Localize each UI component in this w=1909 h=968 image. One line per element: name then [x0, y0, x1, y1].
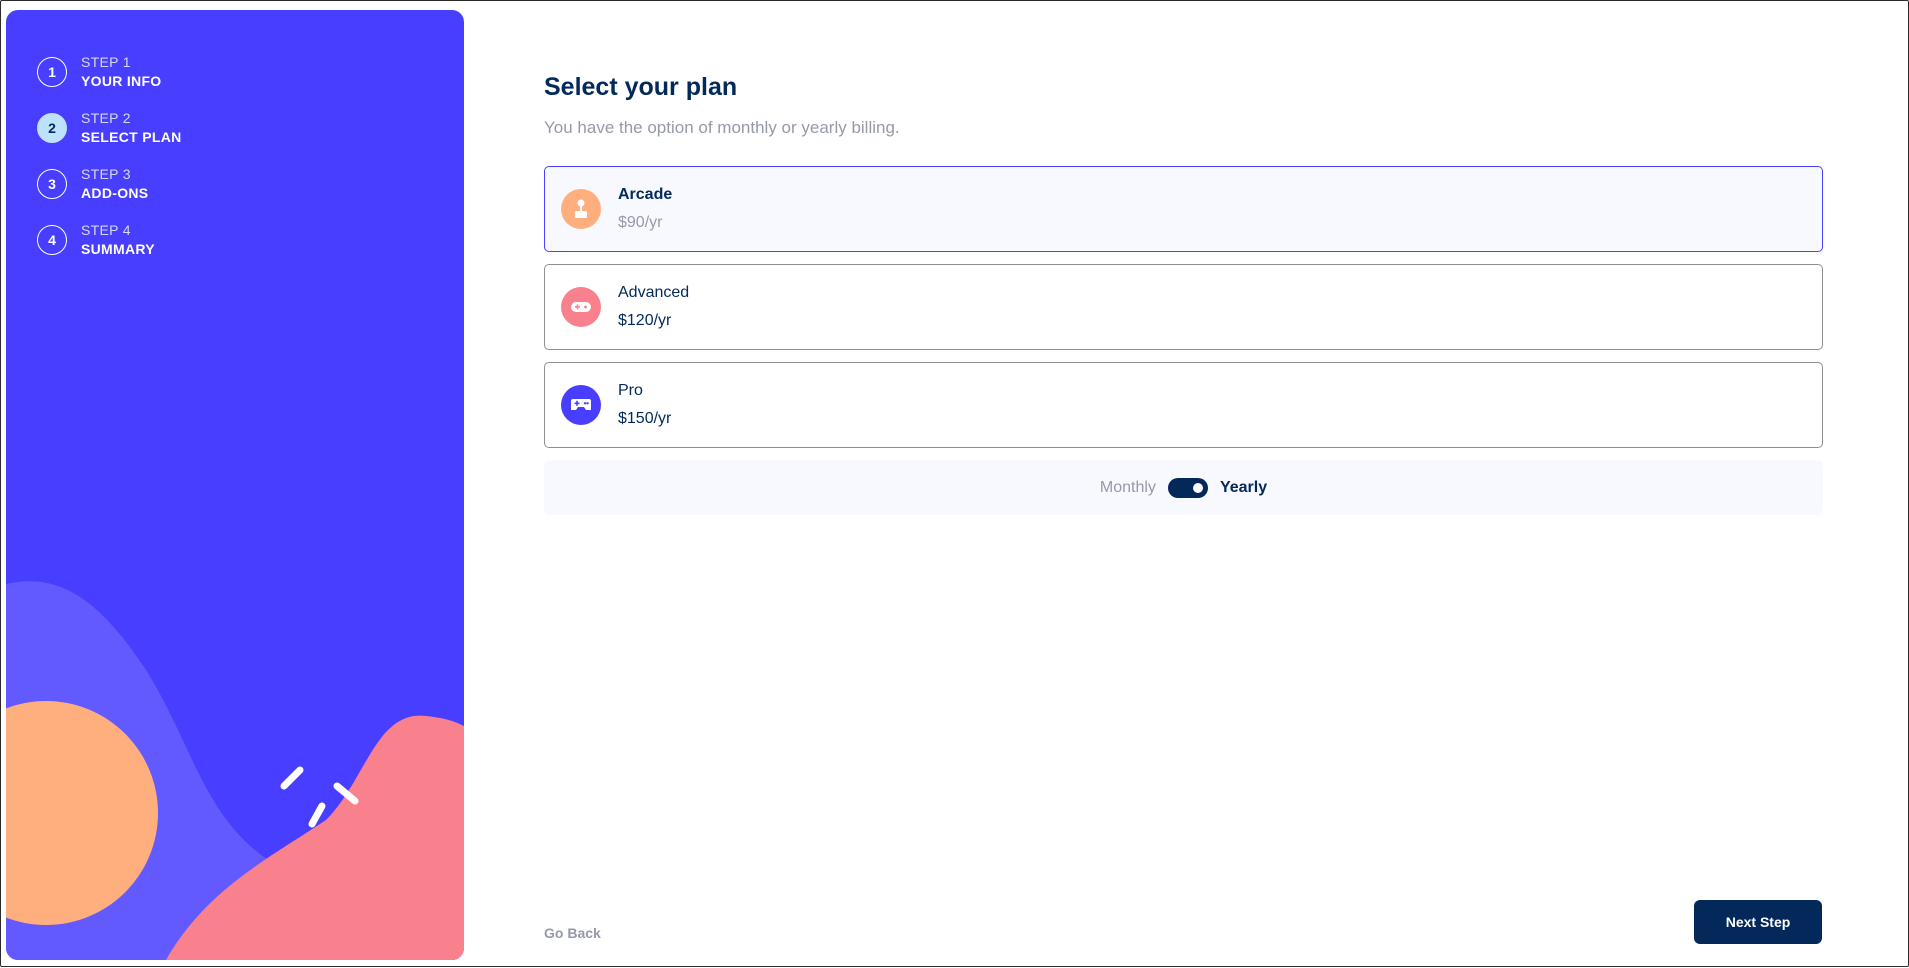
- plan-price-pro: $150/yr: [618, 410, 672, 427]
- page-subtitle: You have the option of monthly or yearly…: [544, 118, 900, 137]
- plan-option-arcade[interactable]: Arcade $90/yr: [544, 166, 1823, 252]
- step-label-2: STEP 2: [81, 110, 131, 126]
- step-label-4: STEP 4: [81, 222, 131, 238]
- next-step-button[interactable]: Next Step: [1694, 900, 1822, 944]
- arcade-joystick-icon: [561, 189, 601, 229]
- plan-option-pro[interactable]: Pro $150/yr: [544, 362, 1823, 448]
- page-title: Select your plan: [544, 73, 738, 101]
- step-label-1: STEP 1: [81, 54, 131, 70]
- plan-price-advanced: $120/yr: [618, 312, 672, 329]
- step-title-4: SUMMARY: [81, 241, 155, 257]
- step-sidebar: 1 STEP 1 YOUR INFO 2 STEP 2 SELECT PLAN …: [6, 10, 464, 960]
- step-item-2[interactable]: 2 STEP 2 SELECT PLAN: [37, 100, 182, 156]
- step-title-2: SELECT PLAN: [81, 129, 182, 145]
- billing-yearly-label[interactable]: Yearly: [1220, 479, 1267, 497]
- step-number-1: 1: [37, 57, 67, 87]
- step-item-4[interactable]: 4 STEP 4 SUMMARY: [37, 212, 182, 268]
- plan-form: Select your plan You have the option of …: [544, 1, 1823, 968]
- plan-option-advanced[interactable]: Advanced $120/yr: [544, 264, 1823, 350]
- billing-toggle[interactable]: [1167, 477, 1208, 498]
- plan-name-arcade: Arcade: [618, 186, 673, 203]
- step-label-3: STEP 3: [81, 166, 131, 182]
- billing-toggle-bar: Monthly Yearly: [544, 460, 1823, 515]
- app-window: 1 STEP 1 YOUR INFO 2 STEP 2 SELECT PLAN …: [0, 0, 1909, 967]
- step-number-2: 2: [37, 113, 67, 143]
- plan-name-pro: Pro: [618, 382, 643, 399]
- billing-monthly-label[interactable]: Monthly: [1100, 479, 1156, 497]
- step-number-3: 3: [37, 169, 67, 199]
- toggle-knob: [1192, 482, 1203, 493]
- step-title-3: ADD-ONS: [81, 185, 149, 201]
- controller-icon: [561, 385, 601, 425]
- plan-price-arcade: $90/yr: [618, 214, 663, 231]
- step-item-3[interactable]: 3 STEP 3 ADD-ONS: [37, 156, 182, 212]
- gamepad-icon: [561, 287, 601, 327]
- go-back-link[interactable]: Go Back: [544, 925, 601, 941]
- step-title-1: YOUR INFO: [81, 73, 162, 89]
- step-list: 1 STEP 1 YOUR INFO 2 STEP 2 SELECT PLAN …: [37, 44, 182, 268]
- plan-name-advanced: Advanced: [618, 284, 690, 301]
- step-item-1[interactable]: 1 STEP 1 YOUR INFO: [37, 44, 182, 100]
- step-number-4: 4: [37, 225, 67, 255]
